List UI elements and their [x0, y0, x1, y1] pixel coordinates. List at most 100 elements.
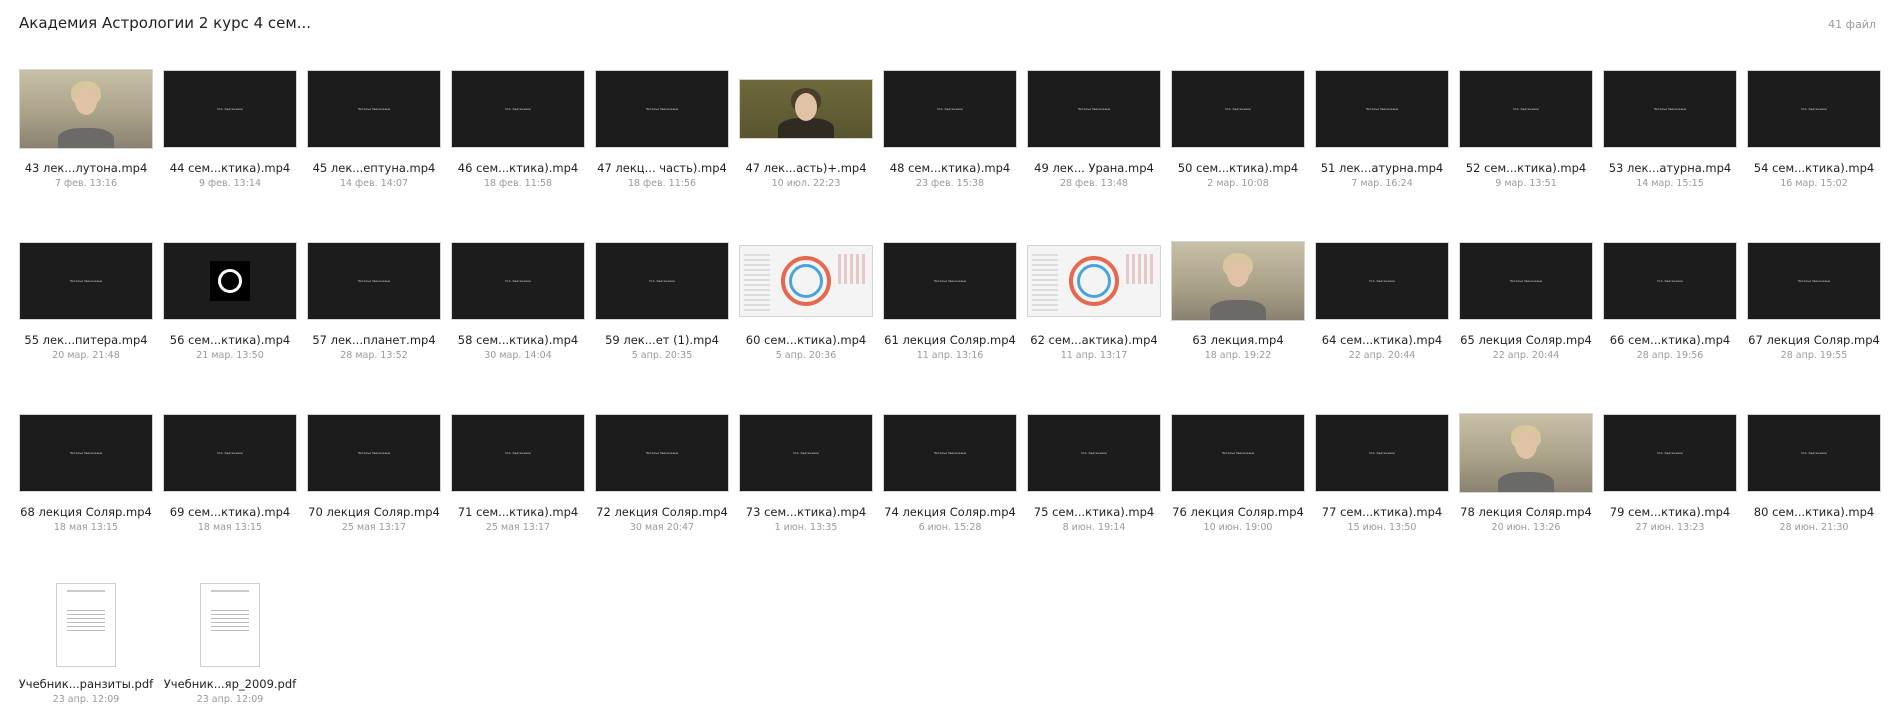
- person-body: [1498, 472, 1554, 492]
- file-name: 54 сем...ктика).mp4: [1753, 161, 1875, 175]
- file-tile[interactable]: Н.А. Хвесечеяна 50 сем...ктика).mp4 2 мар.…: [1166, 62, 1310, 212]
- file-name: 60 сем...ктика).mp4: [745, 333, 867, 347]
- file-tile[interactable]: Наталья Хвесечеяна 65 лекция Соляр.mp4 22 …: [1454, 234, 1598, 384]
- file-tile[interactable]: Н.А. Хвесечеяна 73 сем...ктика).mp4 1 июн.…: [734, 406, 878, 556]
- file-tile[interactable]: Наталья Хвесечеяна 49 лек... Урана.mp4 28 …: [1022, 62, 1166, 212]
- file-name: 77 сем...ктика).mp4: [1321, 505, 1443, 519]
- file-name: 72 лекция Соляр.mp4: [596, 505, 728, 519]
- file-name: 70 лекция Соляр.mp4: [308, 505, 440, 519]
- file-date: 5 апр. 20:36: [775, 350, 837, 361]
- thumbnail-frame: Наталья Хвесечеяна: [302, 62, 446, 156]
- pdf-page-thumbnail: [201, 584, 259, 666]
- file-thumbnail: Н.А. Хвесечеяна: [1028, 415, 1160, 491]
- video-caption: Наталья Хвесечеяна: [1365, 107, 1399, 111]
- file-tile[interactable]: Н.А. Хвесечеяна 52 сем...ктика).mp4 9 мар.…: [1454, 62, 1598, 212]
- file-tile[interactable]: Н.А. Хвесечеяна 58 сем...ктика).mp4 30 мар…: [446, 234, 590, 384]
- file-tile[interactable]: 60 сем...ктика).mp4 5 апр. 20:36: [734, 234, 878, 384]
- file-tile[interactable]: Наталья Хвесечеяна 47 лекц... часть).mp4 1…: [590, 62, 734, 212]
- video-caption: Наталья Хвесечеяна: [645, 107, 679, 111]
- file-name: 48 сем...ктика).mp4: [889, 161, 1011, 175]
- file-tile[interactable]: Н.А. Хвесечеяна 71 сем...ктика).mp4 25 мая…: [446, 406, 590, 556]
- video-caption: Н.А. Хвесечеяна: [1513, 107, 1539, 111]
- file-tile[interactable]: 56 сем...ктика).mp4 21 мар. 13:50: [158, 234, 302, 384]
- file-date: 14 мар. 15:15: [1636, 178, 1704, 189]
- file-date: 28 мар. 13:52: [340, 350, 408, 361]
- file-tile[interactable]: Наталья Хвесечеяна 74 лекция Соляр.mp4 6 и…: [878, 406, 1022, 556]
- file-thumbnail: Н.А. Хвесечеяна: [884, 71, 1016, 147]
- file-name: 79 сем...ктика).mp4: [1609, 505, 1731, 519]
- file-tile[interactable]: 62 сем...актика).mp4 11 апр. 13:17: [1022, 234, 1166, 384]
- file-tile[interactable]: 47 лек...асть)+.mp4 10 июл. 22:23: [734, 62, 878, 212]
- file-thumbnail: Н.А. Хвесечеяна: [1604, 243, 1736, 319]
- file-thumbnail: Н.А. Хвесечеяна: [164, 415, 296, 491]
- file-name: 44 сем...ктика).mp4: [169, 161, 291, 175]
- file-date: 20 июн. 13:26: [1491, 522, 1561, 533]
- page-text-lines: [67, 610, 105, 632]
- file-date: 28 июн. 21:30: [1779, 522, 1849, 533]
- video-caption: Н.А. Хвесечеяна: [1657, 279, 1683, 283]
- file-tile[interactable]: Н.А. Хвесечеяна 54 сем...ктика).mp4 16 мар…: [1742, 62, 1886, 212]
- file-date: 7 фев. 13:16: [54, 178, 118, 189]
- file-tile[interactable]: Наталья Хвесечеяна 51 лек...атурна.mp4 7 м…: [1310, 62, 1454, 212]
- file-date: 5 апр. 20:35: [631, 350, 693, 361]
- file-tile[interactable]: Учебник...ранзиты.pdf 23 апр. 12:09: [14, 578, 158, 728]
- file-tile[interactable]: Наталья Хвесечеяна 55 лек...питера.mp4 20 …: [14, 234, 158, 384]
- file-tile[interactable]: Наталья Хвесечеяна 53 лек...атурна.mp4 14 …: [1598, 62, 1742, 212]
- file-name: Учебник...ранзиты.pdf: [18, 677, 154, 691]
- file-tile[interactable]: Наталья Хвесечеяна 72 лекция Соляр.mp4 30 …: [590, 406, 734, 556]
- thumbnail-frame: Н.А. Хвесечеяна: [446, 234, 590, 328]
- file-tile[interactable]: Наталья Хвесечеяна 70 лекция Соляр.mp4 25 …: [302, 406, 446, 556]
- file-tile[interactable]: Н.А. Хвесечеяна 80 сем...ктика).mp4 28 июн…: [1742, 406, 1886, 556]
- file-date: 23 апр. 12:09: [196, 694, 264, 705]
- file-tile[interactable]: Наталья Хвесечеяна 57 лек...планет.mp4 28 …: [302, 234, 446, 384]
- file-tile[interactable]: 43 лек...лутона.mp4 7 фев. 13:16: [14, 62, 158, 212]
- video-caption: Наталья Хвесечеяна: [69, 451, 103, 455]
- file-thumbnail: Н.А. Хвесечеяна: [1316, 243, 1448, 319]
- video-caption: Наталья Хвесечеяна: [69, 279, 103, 283]
- file-date: 18 апр. 19:22: [1204, 350, 1272, 361]
- file-date: 6 июн. 15:28: [918, 522, 982, 533]
- chart-table: [1032, 254, 1058, 314]
- file-thumbnail: Н.А. Хвесечеяна: [1316, 415, 1448, 491]
- file-thumbnail: Наталья Хвесечеяна: [308, 243, 440, 319]
- video-caption: Н.А. Хвесечеяна: [649, 279, 675, 283]
- video-caption: Н.А. Хвесечеяна: [1369, 451, 1395, 455]
- file-tile[interactable]: Учебник...яр_2009.pdf 23 апр. 12:09: [158, 578, 302, 728]
- file-date: 16 мар. 15:02: [1780, 178, 1848, 189]
- file-tile[interactable]: Наталья Хвесечеяна 76 лекция Соляр.mp4 10 …: [1166, 406, 1310, 556]
- file-date: 18 фев. 11:58: [483, 178, 553, 189]
- file-thumbnail: Наталья Хвесечеяна: [20, 415, 152, 491]
- file-tile[interactable]: Н.А. Хвесечеяна 46 сем...ктика).mp4 18 фев…: [446, 62, 590, 212]
- file-tile[interactable]: Н.А. Хвесечеяна 66 сем...ктика).mp4 28 апр…: [1598, 234, 1742, 384]
- file-tile[interactable]: Наталья Хвесечеяна 61 лекция Соляр.mp4 11 …: [878, 234, 1022, 384]
- video-caption: Наталья Хвесечеяна: [1221, 451, 1255, 455]
- file-date: 18 мая 13:15: [53, 522, 119, 533]
- file-date: 25 мая 13:17: [485, 522, 551, 533]
- file-thumbnail: Н.А. Хвесечеяна: [452, 415, 584, 491]
- file-tile[interactable]: Наталья Хвесечеяна 68 лекция Соляр.mp4 18 …: [14, 406, 158, 556]
- file-tile[interactable]: Наталья Хвесечеяна 45 лек...ептуна.mp4 14 …: [302, 62, 446, 212]
- file-tile[interactable]: Н.А. Хвесечеяна 79 сем...ктика).mp4 27 июн…: [1598, 406, 1742, 556]
- file-name: 69 сем...ктика).mp4: [169, 505, 291, 519]
- pdf-page-thumbnail: [57, 584, 115, 666]
- file-tile[interactable]: 63 лекция.mp4 18 апр. 19:22: [1166, 234, 1310, 384]
- file-tile[interactable]: 78 лекция Соляр.mp4 20 июн. 13:26: [1454, 406, 1598, 556]
- thumbnail-frame: [1166, 234, 1310, 328]
- aspect-grid: [1126, 254, 1156, 284]
- file-date: 25 мая 13:17: [341, 522, 407, 533]
- file-tile[interactable]: Н.А. Хвесечеяна 77 сем...ктика).mp4 15 июн…: [1310, 406, 1454, 556]
- file-date: 23 фев. 15:38: [915, 178, 985, 189]
- thumbnail-frame: Наталья Хвесечеяна: [1742, 234, 1886, 328]
- file-tile[interactable]: Н.А. Хвесечеяна 59 лек...ет (1).mp4 5 апр.…: [590, 234, 734, 384]
- file-tile[interactable]: Н.А. Хвесечеяна 75 сем...ктика).mp4 8 июн.…: [1022, 406, 1166, 556]
- video-caption: Н.А. Хвесечеяна: [217, 107, 243, 111]
- file-tile[interactable]: Н.А. Хвесечеяна 64 сем...ктика).mp4 22 апр…: [1310, 234, 1454, 384]
- video-caption: Н.А. Хвесечеяна: [505, 279, 531, 283]
- file-tile[interactable]: Наталья Хвесечеяна 67 лекция Соляр.mp4 28 …: [1742, 234, 1886, 384]
- file-tile[interactable]: Н.А. Хвесечеяна 44 сем...ктика).mp4 9 фев.…: [158, 62, 302, 212]
- file-name: 73 сем...ктика).mp4: [745, 505, 867, 519]
- file-tile[interactable]: Н.А. Хвесечеяна 48 сем...ктика).mp4 23 фев…: [878, 62, 1022, 212]
- file-tile[interactable]: Н.А. Хвесечеяна 69 сем...ктика).mp4 18 мая…: [158, 406, 302, 556]
- thumbnail-frame: Н.А. Хвесечеяна: [1598, 406, 1742, 500]
- video-caption: Наталья Хвесечеяна: [357, 107, 391, 111]
